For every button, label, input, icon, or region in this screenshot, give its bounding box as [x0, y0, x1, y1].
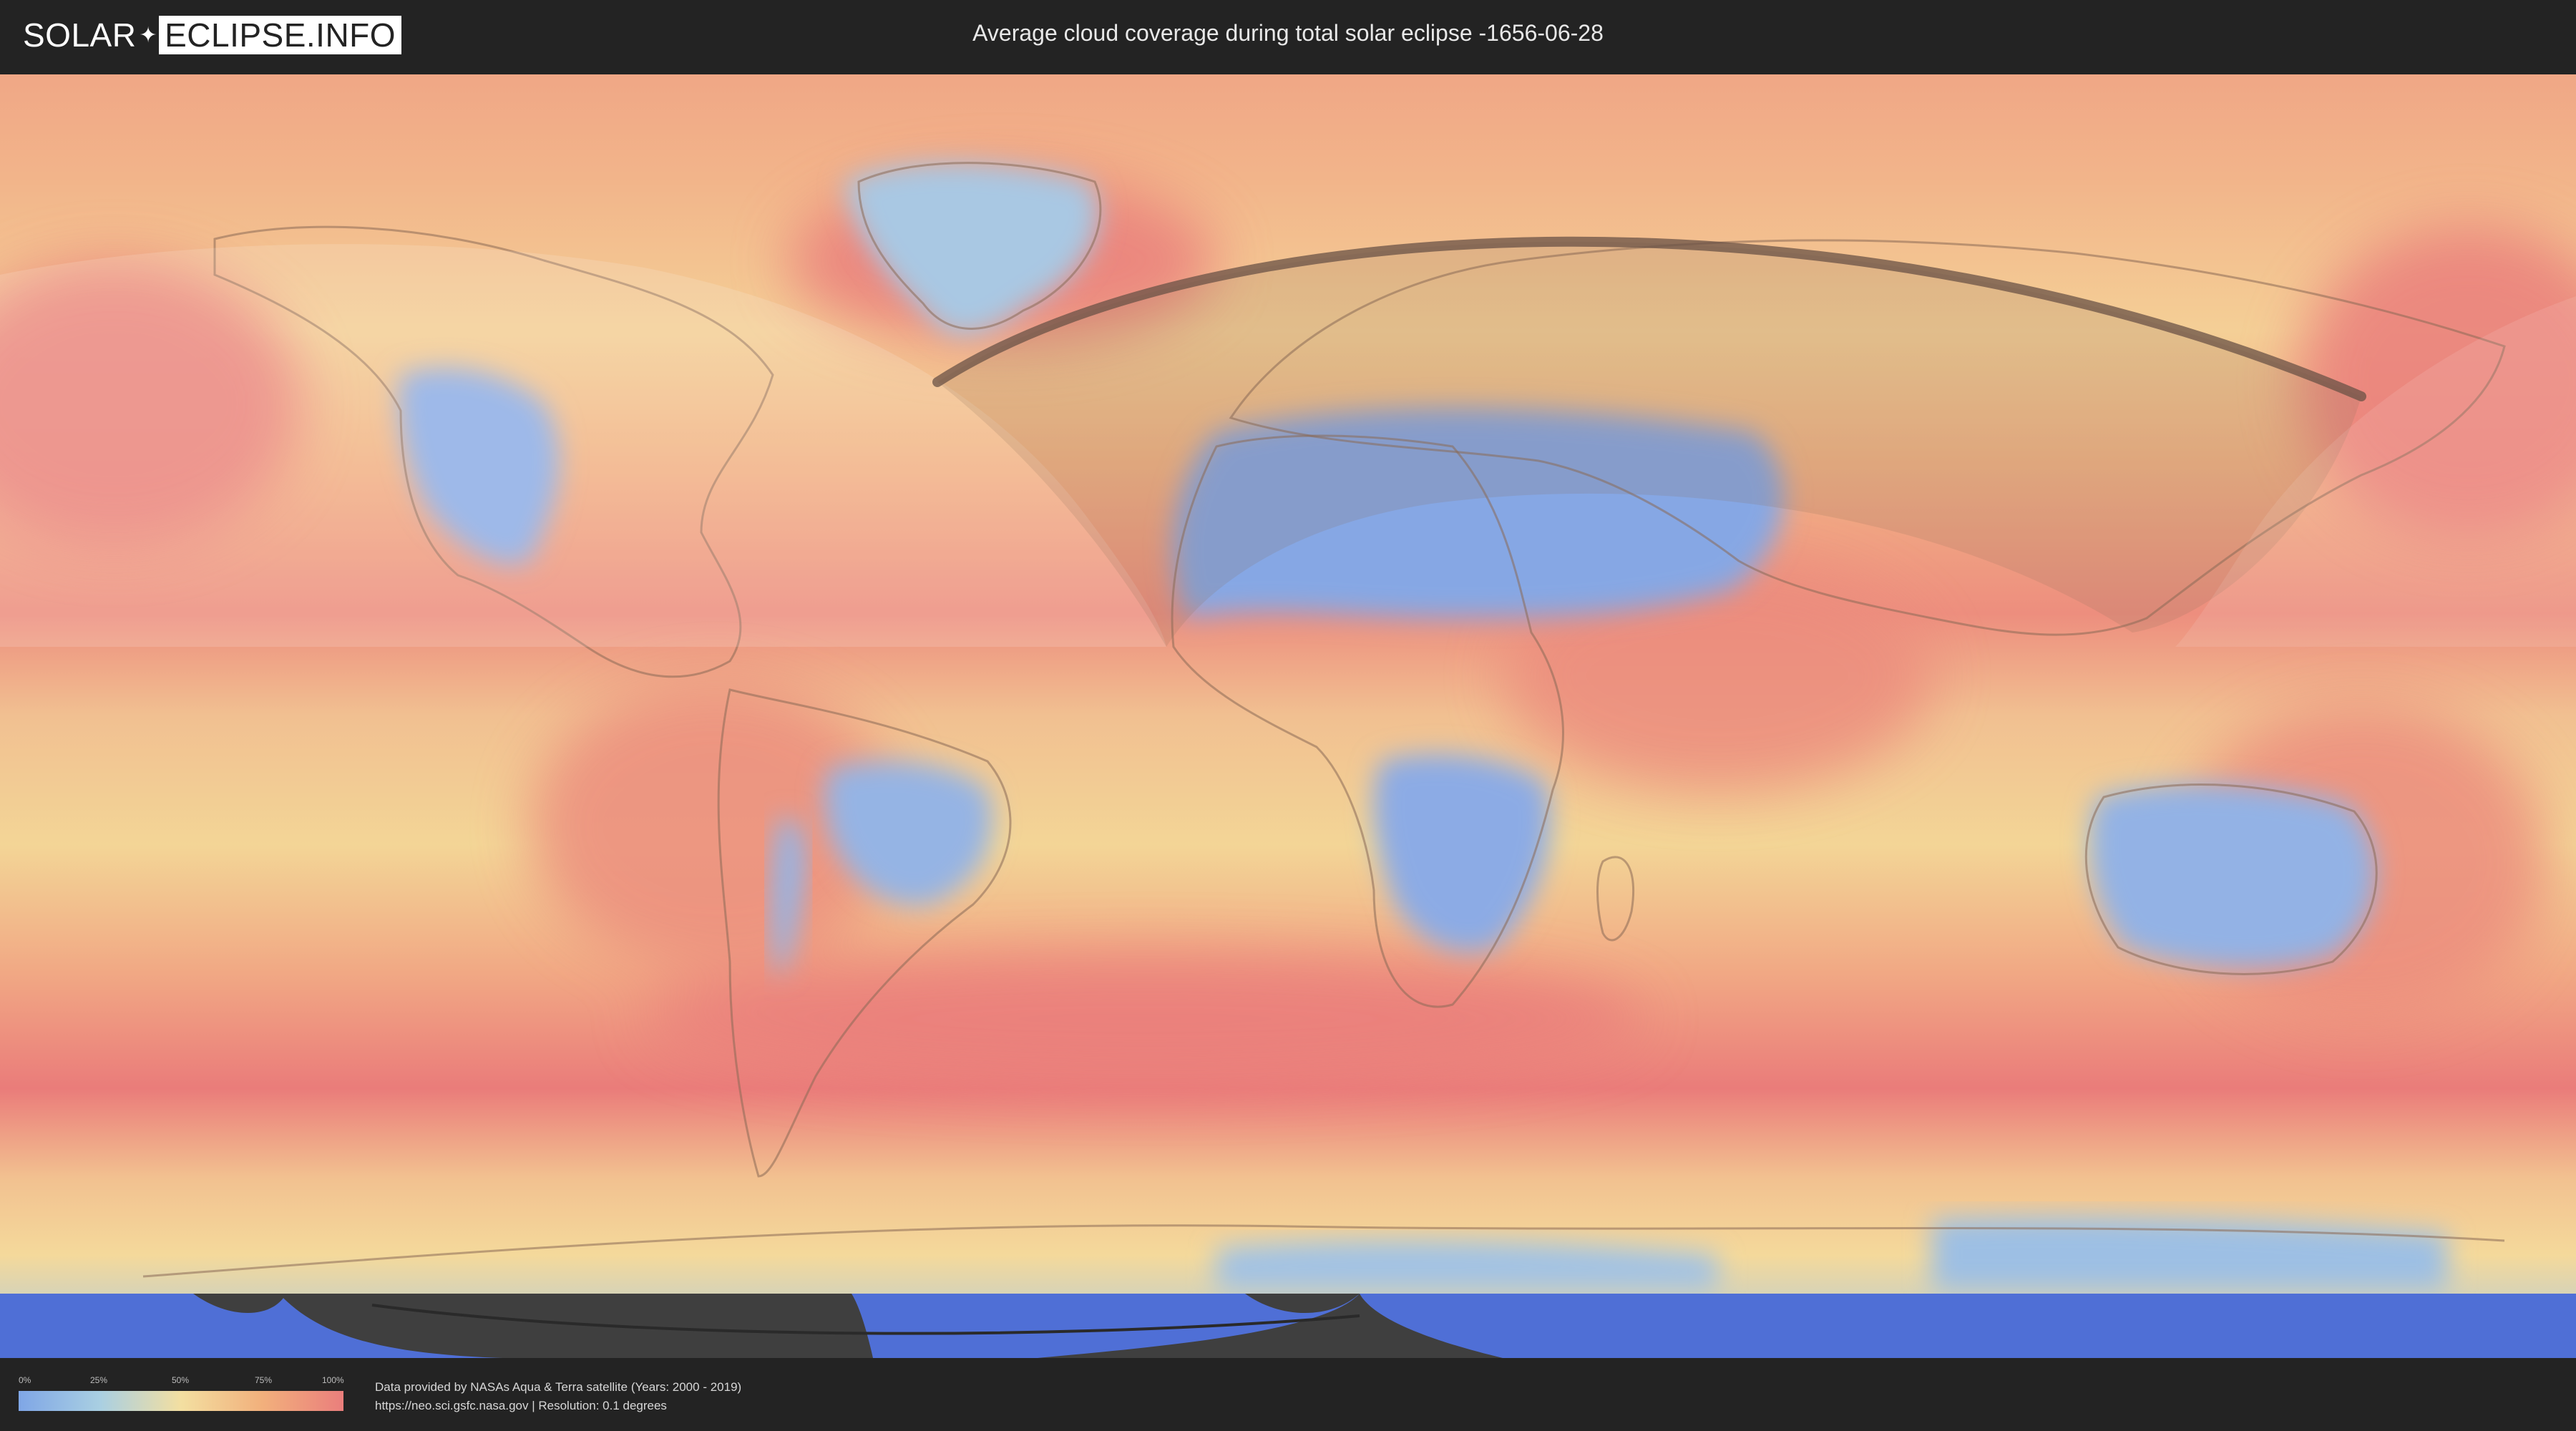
data-source-line1: Data provided by NASAs Aqua & Terra sate…: [375, 1380, 742, 1394]
cloud-coverage-map: [0, 74, 2576, 1358]
legend-tick-50: 50%: [172, 1375, 190, 1385]
world-map-svg: [0, 74, 2576, 1358]
legend-tick-0: 0%: [19, 1375, 31, 1385]
header-bar: SOLAR ✦ ECLIPSE.INFO Average cloud cover…: [0, 0, 2576, 72]
cloud-coverage-legend: 0% 25% 50% 75% 100%: [19, 1375, 344, 1411]
legend-tick-100: 100%: [322, 1375, 344, 1385]
data-source-line2: https://neo.sci.gsfc.nasa.gov | Resoluti…: [375, 1399, 667, 1412]
australia-clear-region: [2089, 783, 2376, 968]
page-title: Average cloud coverage during total sola…: [972, 20, 1604, 46]
legend-ticks: 0% 25% 50% 75% 100%: [19, 1375, 344, 1388]
data-source-text: Data provided by NASAs Aqua & Terra sate…: [375, 1378, 741, 1415]
legend-color-scale: [19, 1391, 343, 1411]
legend-tick-25: 25%: [90, 1375, 108, 1385]
legend-tick-75: 75%: [255, 1375, 273, 1385]
